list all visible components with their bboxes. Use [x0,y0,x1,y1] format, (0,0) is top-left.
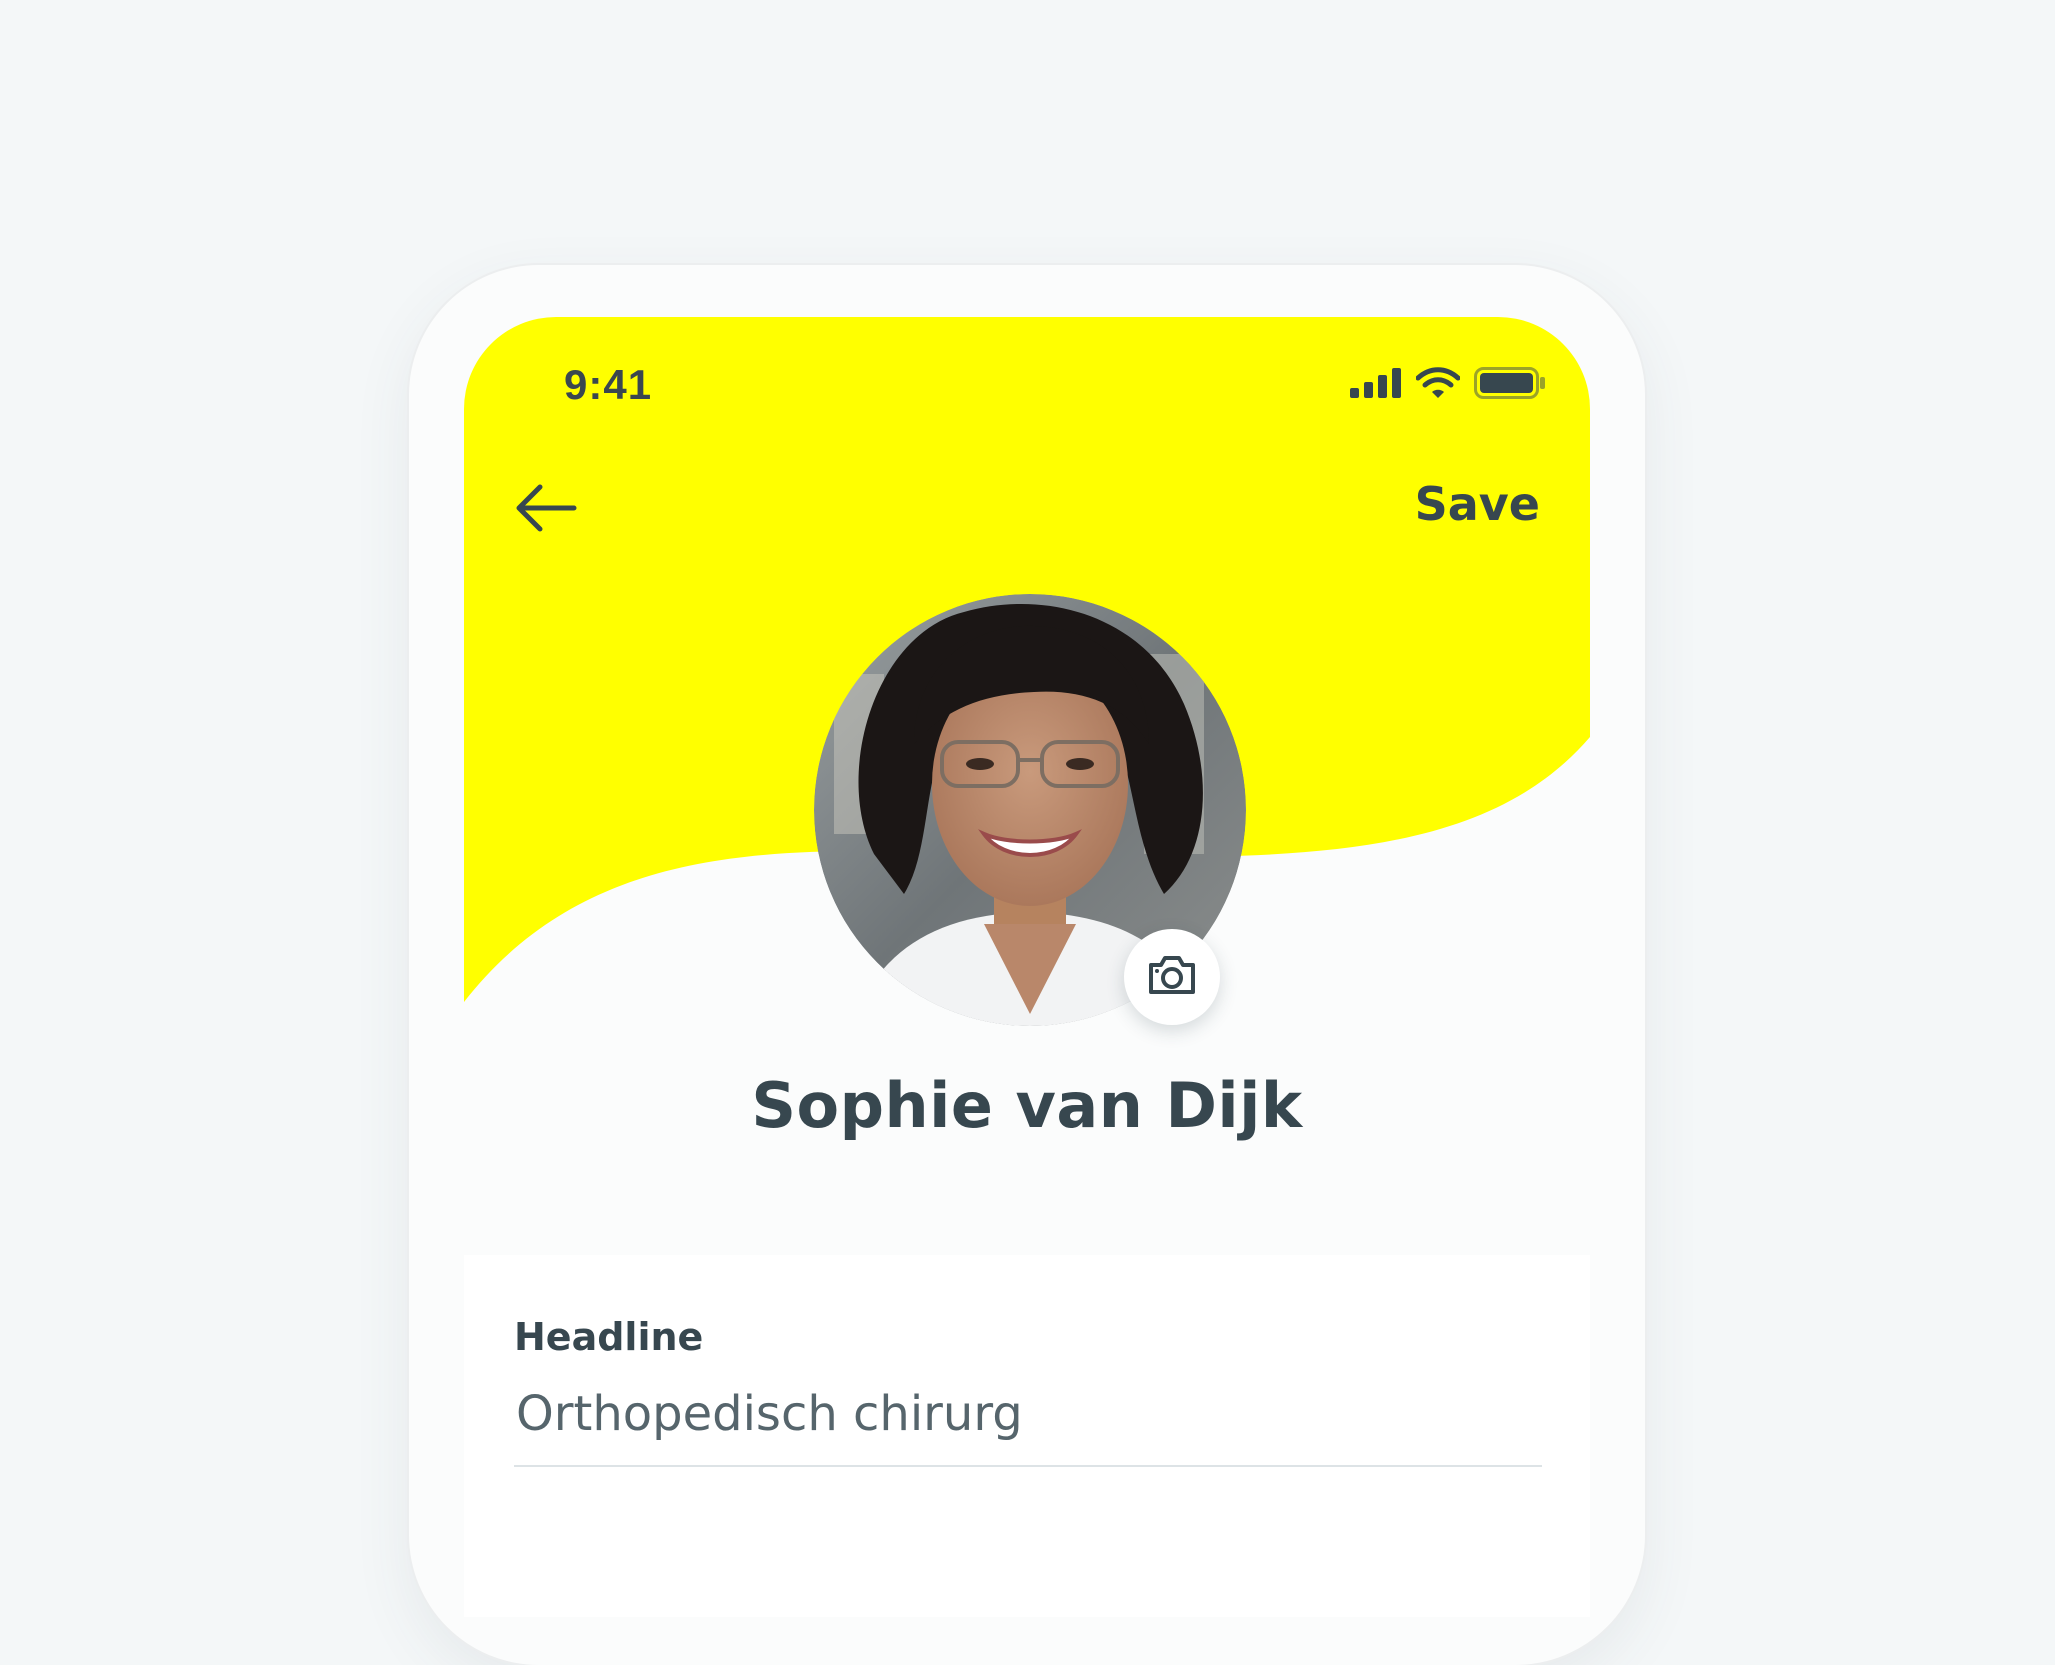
battery-icon [1474,367,1546,399]
profile-form: Headline [464,1255,1590,1617]
profile-name: Sophie van Dijk [751,1069,1303,1142]
app-screen: 9:41 Save Sophie van Dijk Headline Ortho… [464,317,1590,1617]
arrow-left-icon [514,484,578,539]
back-button[interactable] [514,481,578,535]
signal-icon [1350,368,1402,398]
nav-bar: Save [464,467,1590,547]
status-bar: 9:41 [464,317,1590,417]
camera-icon [1147,954,1197,1001]
headline-underline [514,1465,1542,1467]
status-time: 9:41 [564,361,653,408]
headline-label: Headline [514,1315,704,1359]
status-icons [1350,367,1546,399]
wifi-icon [1416,367,1460,399]
change-photo-button[interactable] [1124,929,1220,1025]
headline-input[interactable] [514,1379,1544,1449]
save-button[interactable]: Save [1415,477,1540,531]
